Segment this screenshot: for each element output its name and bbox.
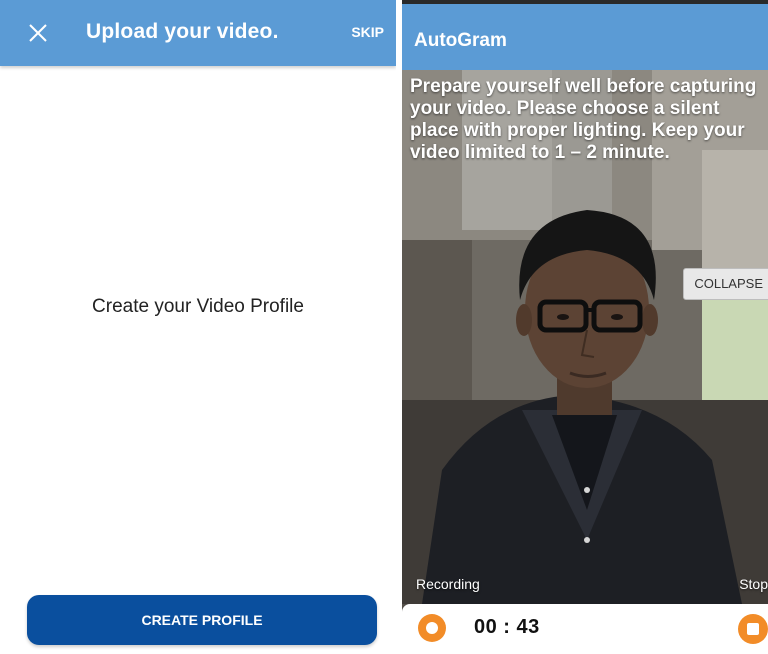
recording-instructions: Prepare yourself well before capturing y… xyxy=(410,76,757,163)
video-profile-heading: Create your Video Profile xyxy=(92,296,304,317)
recording-timer: 00 : 43 xyxy=(474,616,540,638)
stop-icon[interactable] xyxy=(738,614,768,644)
app-title: AutoGram xyxy=(414,30,507,51)
create-profile-button[interactable]: CREATE PROFILE xyxy=(27,595,377,645)
collapse-button[interactable]: COLLAPSE xyxy=(683,268,768,300)
app-bar: AutoGram xyxy=(402,0,768,70)
skip-button[interactable]: SKIP xyxy=(351,24,384,40)
upload-video-screen: Upload your video. SKIP Create your Vide… xyxy=(0,0,396,654)
close-button[interactable] xyxy=(22,18,52,48)
app-bar: Upload your video. SKIP xyxy=(0,0,396,66)
close-icon xyxy=(29,24,47,42)
stop-label: Stop xyxy=(739,576,768,592)
page-title: Upload your video. xyxy=(86,20,279,43)
record-icon[interactable] xyxy=(418,614,446,642)
recording-controls: 00 : 43 xyxy=(402,604,768,654)
recording-screen: AutoGram Prepare yourself well before ca… xyxy=(402,0,768,654)
recording-label: Recording xyxy=(416,576,480,592)
